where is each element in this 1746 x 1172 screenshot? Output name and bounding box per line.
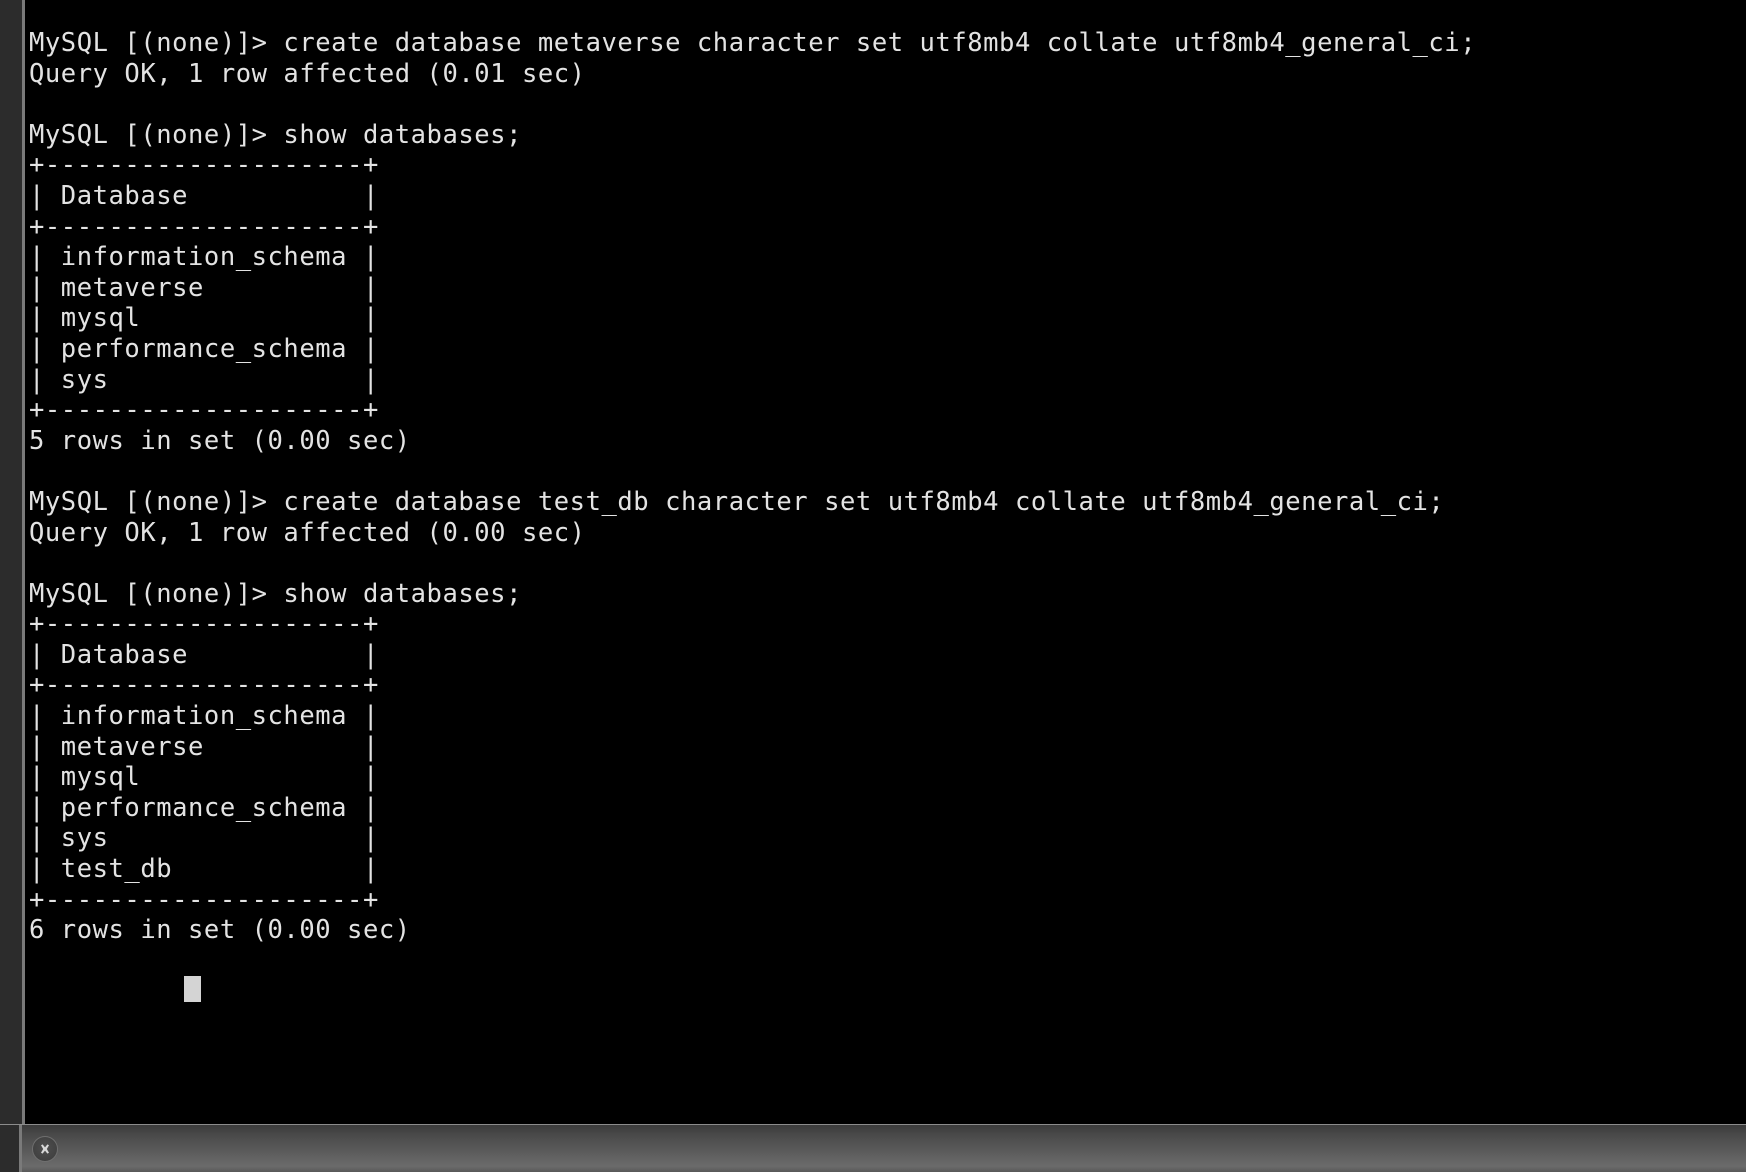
console-line: +--------------------+: [29, 609, 379, 640]
terminal-left-gutter: [0, 0, 25, 1124]
console-line: MySQL [(none)]> create database test_db …: [29, 486, 1445, 517]
tab-strip: [22, 1125, 1746, 1172]
console-output: MySQL [(none)]> create database metavers…: [29, 28, 1746, 976]
console-line: Query OK, 1 row affected (0.01 sec): [29, 58, 586, 89]
console-line: | test_db |: [29, 854, 379, 885]
console-line: | information_schema |: [29, 242, 379, 273]
console-line: Query OK, 1 row affected (0.00 sec): [29, 517, 586, 548]
console-line: | mysql |: [29, 303, 379, 334]
console-line: | information_schema |: [29, 701, 379, 732]
prompt-label: MySQL [(none)]>: [29, 982, 184, 1002]
terminal-tab-bar: [0, 1124, 1746, 1172]
console-line: MySQL [(none)]> show databases;: [29, 578, 522, 609]
console-line: | Database |: [29, 180, 379, 211]
terminal-screen[interactable]: MySQL [(none)]> create database metavers…: [25, 0, 1746, 1124]
console-line: | performance_schema |: [29, 792, 379, 823]
console-line: 6 rows in set (0.00 sec): [29, 915, 411, 946]
terminal-body: MySQL [(none)]> create database metavers…: [0, 0, 1746, 1124]
console-line: | metaverse |: [29, 272, 379, 303]
console-line: | sys |: [29, 823, 379, 854]
console-line: +--------------------+: [29, 150, 379, 181]
console-line: | sys |: [29, 364, 379, 395]
console-line: | metaverse |: [29, 731, 379, 762]
console-line: +--------------------+: [29, 395, 379, 426]
console-line: 5 rows in set (0.00 sec): [29, 425, 411, 456]
console-line: | performance_schema |: [29, 333, 379, 364]
text-cursor: [184, 976, 202, 1003]
close-x-icon[interactable]: [32, 1135, 58, 1162]
console-line: +--------------------+: [29, 884, 379, 915]
console-line: MySQL [(none)]> show databases;: [29, 119, 522, 150]
console-line: +--------------------+: [29, 211, 379, 242]
console-line: | Database |: [29, 639, 379, 670]
tab-bar-gutter: [0, 1125, 22, 1172]
terminal-window: MySQL [(none)]> create database metavers…: [0, 0, 1746, 1172]
console-line: MySQL [(none)]> create database metavers…: [29, 28, 1477, 58]
active-prompt-line[interactable]: MySQL [(none)]>: [29, 976, 1746, 1007]
console-line: | mysql |: [29, 762, 379, 793]
console-line: +--------------------+: [29, 670, 379, 701]
